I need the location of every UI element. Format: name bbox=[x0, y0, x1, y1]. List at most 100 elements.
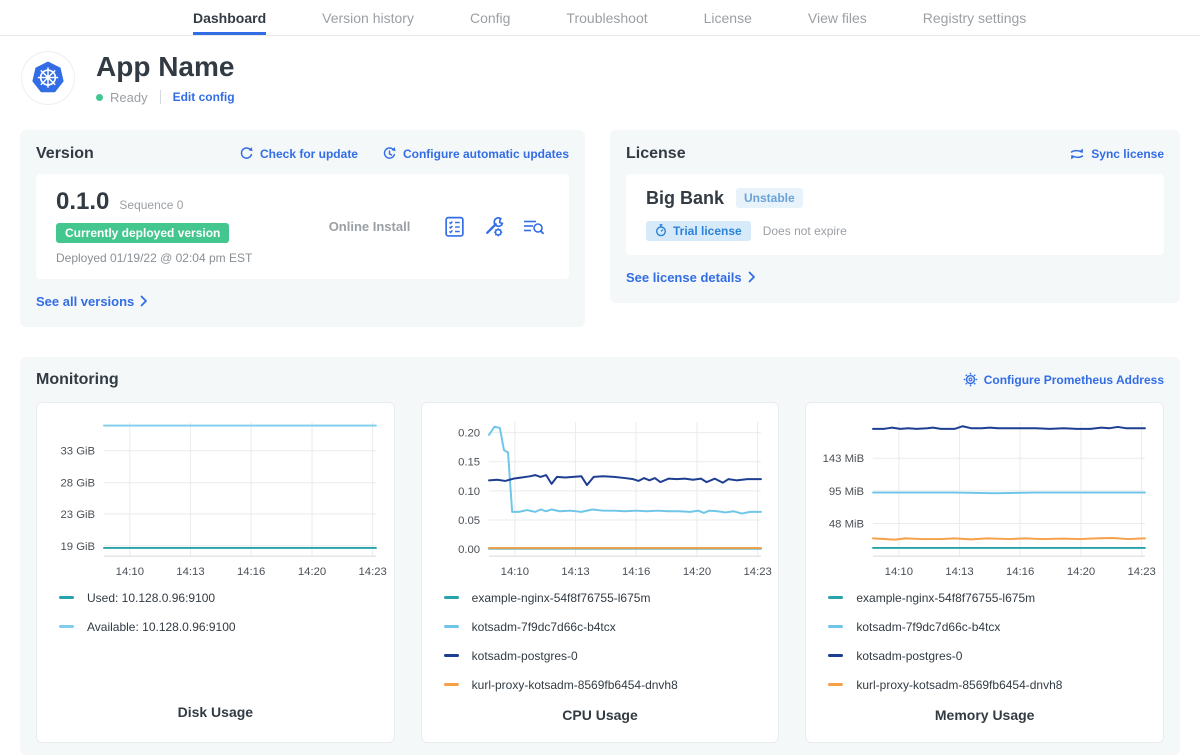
legend-label: Used: 10.128.0.96:9100 bbox=[87, 591, 215, 605]
app-status: Ready bbox=[96, 90, 148, 105]
svg-text:14:23: 14:23 bbox=[743, 566, 771, 578]
svg-text:19 GiB: 19 GiB bbox=[60, 541, 95, 553]
chart-title: Memory Usage bbox=[806, 707, 1163, 723]
status-dot-icon bbox=[96, 94, 103, 101]
configure-prometheus-link[interactable]: Configure Prometheus Address bbox=[963, 372, 1164, 387]
svg-text:48 MiB: 48 MiB bbox=[829, 518, 864, 530]
check-for-update-link[interactable]: Check for update bbox=[239, 146, 358, 161]
configure-automatic-updates-link[interactable]: Configure automatic updates bbox=[382, 146, 569, 161]
gear-icon bbox=[963, 372, 978, 387]
divider bbox=[160, 90, 161, 104]
app-icon bbox=[22, 52, 74, 104]
view-diff-icon[interactable] bbox=[521, 215, 545, 238]
legend-item: kotsadm-7f9dc7d66c-b4tcx bbox=[828, 620, 1163, 634]
tab-troubleshoot[interactable]: Troubleshoot bbox=[566, 0, 647, 35]
sync-license-link[interactable]: Sync license bbox=[1069, 147, 1164, 161]
tab-config[interactable]: Config bbox=[470, 0, 510, 35]
legend-dash-icon bbox=[828, 683, 843, 686]
version-card: Version Check for update bbox=[20, 130, 585, 327]
cpu-usage-legend: example-nginx-54f8f76755-l675m kotsadm-7f… bbox=[422, 583, 779, 707]
legend-item: kurl-proxy-kotsadm-8569fb6454-dnvh8 bbox=[828, 678, 1163, 692]
legend-label: Available: 10.128.0.96:9100 bbox=[87, 620, 236, 634]
legend-item: kurl-proxy-kotsadm-8569fb6454-dnvh8 bbox=[444, 678, 779, 692]
svg-text:14:20: 14:20 bbox=[298, 566, 326, 578]
svg-text:95 MiB: 95 MiB bbox=[829, 486, 864, 498]
svg-text:14:16: 14:16 bbox=[622, 566, 650, 578]
schedule-update-icon bbox=[382, 146, 397, 161]
svg-text:0.05: 0.05 bbox=[458, 515, 480, 527]
legend-dash-icon bbox=[828, 625, 843, 628]
svg-text:23 GiB: 23 GiB bbox=[60, 509, 95, 521]
see-all-versions-link[interactable]: See all versions bbox=[36, 294, 148, 309]
kubernetes-icon bbox=[25, 55, 71, 101]
svg-text:14:20: 14:20 bbox=[1067, 566, 1095, 578]
disk-usage-chart: 19 GiB23 GiB28 GiB33 GiB14:1014:1314:161… bbox=[37, 409, 394, 583]
version-sequence: Sequence 0 bbox=[119, 198, 183, 212]
legend-label: kurl-proxy-kotsadm-8569fb6454-dnvh8 bbox=[472, 678, 678, 692]
legend-label: kotsadm-postgres-0 bbox=[856, 649, 962, 663]
license-customer-name: Big Bank bbox=[646, 188, 724, 209]
sync-arrows-icon bbox=[1069, 147, 1085, 161]
svg-text:14:13: 14:13 bbox=[176, 566, 204, 578]
monitoring-title: Monitoring bbox=[36, 371, 119, 389]
config-wrench-icon[interactable] bbox=[482, 215, 505, 238]
edit-config-link[interactable]: Edit config bbox=[173, 90, 235, 104]
tab-license[interactable]: License bbox=[704, 0, 752, 35]
legend-item: Available: 10.128.0.96:9100 bbox=[59, 620, 394, 634]
channel-badge: Unstable bbox=[736, 188, 803, 208]
current-version-panel: 0.1.0 Sequence 0 Currently deployed vers… bbox=[36, 174, 569, 279]
disk-usage-legend: Used: 10.128.0.96:9100 Available: 10.128.… bbox=[37, 583, 394, 704]
app-header: App Name Ready Edit config bbox=[0, 36, 1200, 105]
legend-label: example-nginx-54f8f76755-l675m bbox=[856, 591, 1035, 605]
svg-text:14:13: 14:13 bbox=[561, 566, 589, 578]
legend-item: kotsadm-postgres-0 bbox=[444, 649, 779, 663]
legend-item: example-nginx-54f8f76755-l675m bbox=[444, 591, 779, 605]
legend-item: example-nginx-54f8f76755-l675m bbox=[828, 591, 1163, 605]
preflight-checks-icon[interactable] bbox=[443, 215, 466, 238]
legend-label: kurl-proxy-kotsadm-8569fb6454-dnvh8 bbox=[856, 678, 1062, 692]
legend-dash-icon bbox=[444, 654, 459, 657]
version-card-title: Version bbox=[36, 145, 94, 163]
legend-item: Used: 10.128.0.96:9100 bbox=[59, 591, 394, 605]
see-license-details-link[interactable]: See license details bbox=[626, 270, 756, 285]
svg-text:14:10: 14:10 bbox=[885, 566, 913, 578]
memory-usage-chart-card: 48 MiB95 MiB143 MiB14:1014:1314:1614:201… bbox=[805, 402, 1164, 743]
stopwatch-icon bbox=[655, 224, 667, 237]
legend-dash-icon bbox=[444, 683, 459, 686]
license-card-title: License bbox=[626, 145, 686, 163]
license-card: License Sync license Big Bank Unstable bbox=[610, 130, 1180, 303]
svg-text:14:16: 14:16 bbox=[1006, 566, 1034, 578]
svg-text:14:10: 14:10 bbox=[116, 566, 144, 578]
deployed-badge: Currently deployed version bbox=[56, 223, 229, 243]
memory-usage-legend: example-nginx-54f8f76755-l675m kotsadm-7f… bbox=[806, 583, 1163, 707]
legend-label: example-nginx-54f8f76755-l675m bbox=[472, 591, 651, 605]
legend-dash-icon bbox=[444, 625, 459, 628]
chart-title: CPU Usage bbox=[422, 707, 779, 723]
tab-version-history[interactable]: Version history bbox=[322, 0, 414, 35]
tab-dashboard[interactable]: Dashboard bbox=[193, 0, 266, 35]
legend-dash-icon bbox=[828, 654, 843, 657]
page-title: App Name bbox=[96, 52, 235, 83]
legend-item: kotsadm-7f9dc7d66c-b4tcx bbox=[444, 620, 779, 634]
legend-dash-icon bbox=[59, 596, 74, 599]
cpu-usage-chart-card: 0.000.050.100.150.2014:1014:1314:1614:20… bbox=[421, 402, 780, 743]
legend-dash-icon bbox=[828, 596, 843, 599]
license-expiry: Does not expire bbox=[763, 224, 847, 238]
svg-text:14:23: 14:23 bbox=[358, 566, 386, 578]
refresh-icon bbox=[239, 146, 254, 161]
chevron-right-icon bbox=[748, 271, 756, 283]
legend-item: kotsadm-postgres-0 bbox=[828, 649, 1163, 663]
chevron-right-icon bbox=[140, 295, 148, 307]
status-label: Ready bbox=[110, 90, 148, 105]
svg-text:143 MiB: 143 MiB bbox=[823, 453, 865, 465]
monitoring-section: Monitoring Configure Prometheus Address … bbox=[20, 357, 1180, 755]
memory-usage-chart: 48 MiB95 MiB143 MiB14:1014:1314:1614:201… bbox=[806, 409, 1163, 583]
legend-dash-icon bbox=[444, 596, 459, 599]
version-number: 0.1.0 bbox=[56, 188, 109, 216]
tab-registry-settings[interactable]: Registry settings bbox=[923, 0, 1026, 35]
tab-view-files[interactable]: View files bbox=[808, 0, 867, 35]
svg-text:14:13: 14:13 bbox=[946, 566, 974, 578]
svg-text:0.10: 0.10 bbox=[458, 486, 480, 498]
license-type-badge: Trial license bbox=[646, 221, 751, 241]
svg-text:14:16: 14:16 bbox=[237, 566, 265, 578]
